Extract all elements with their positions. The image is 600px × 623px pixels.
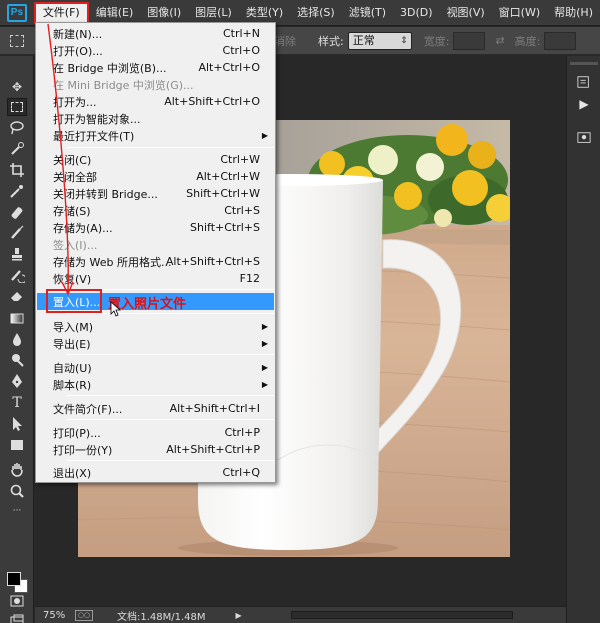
swap-icon[interactable]: ⇄: [495, 34, 504, 47]
submenu-arrow-icon: ▶: [261, 322, 268, 331]
menu-separator: [66, 354, 274, 355]
submenu-arrow-icon: ▶: [261, 339, 268, 348]
history-panel-icon[interactable]: [574, 72, 594, 92]
submenu-arrow-icon: ▶: [261, 380, 268, 389]
menu-item-automate[interactable]: 自动(U) ▶: [37, 359, 274, 376]
menu-filter[interactable]: 滤镜(T): [342, 2, 393, 24]
gradient-tool-icon[interactable]: [7, 309, 27, 327]
menu-view[interactable]: 视图(V): [440, 2, 492, 24]
document-info: 文档:1.48M/1.48M: [117, 611, 206, 623]
status-bar: 75% ○○ 文档:1.48M/1.48M ▶: [35, 606, 566, 623]
submenu-arrow-icon: ▶: [261, 131, 268, 140]
menu-layer[interactable]: 图层(L): [188, 2, 239, 24]
menu-separator: [66, 419, 274, 420]
menu-item-browse-in-bridge[interactable]: 在 Bridge 中浏览(B)... Alt+Ctrl+O: [37, 59, 274, 76]
photoshop-logo: Ps: [0, 0, 34, 26]
submenu-arrow-icon: ▶: [261, 363, 268, 372]
zoom-level[interactable]: 75%: [35, 610, 69, 621]
menu-help[interactable]: 帮助(H): [547, 2, 600, 24]
eraser-tool-icon[interactable]: [7, 287, 27, 305]
menu-item-check-in[interactable]: 签入(I)...: [37, 236, 274, 253]
height-label: 高度:: [514, 34, 541, 48]
healing-brush-tool-icon[interactable]: [7, 204, 27, 222]
path-selection-tool-icon[interactable]: [7, 415, 27, 433]
menu-separator: [66, 395, 274, 396]
zoom-tool-icon[interactable]: [7, 482, 27, 500]
menu-item-export[interactable]: 导出(E) ▶: [37, 335, 274, 352]
lasso-tool-icon[interactable]: [7, 119, 27, 137]
hand-tool-icon[interactable]: [7, 460, 27, 478]
width-field[interactable]: [453, 31, 486, 50]
marquee-tool-icon[interactable]: [7, 98, 27, 116]
mouse-cursor-icon: [110, 301, 122, 317]
menu-type[interactable]: 类型(Y): [239, 2, 290, 24]
width-label: 宽度:: [423, 34, 450, 48]
menu-separator: [66, 147, 274, 148]
menu-item-browse-in-mini-bridge[interactable]: 在 Mini Bridge 中浏览(G)...: [37, 76, 274, 93]
height-field[interactable]: [544, 31, 577, 50]
stamp-tool-icon[interactable]: [7, 245, 27, 263]
menu-item-save-for-web[interactable]: 存储为 Web 所用格式... Alt+Shift+Ctrl+S: [37, 253, 274, 270]
menu-item-open[interactable]: 打开(O)... Ctrl+O: [37, 42, 274, 59]
annotation-highlight-box: [46, 289, 102, 313]
type-tool-icon[interactable]: T: [7, 394, 27, 412]
menu-file[interactable]: 文件(F): [33, 1, 89, 24]
menu-item-open-as[interactable]: 打开为... Alt+Shift+Ctrl+O: [37, 93, 274, 110]
menu-item-revert[interactable]: 恢复(V) F12: [37, 270, 274, 287]
menu-separator: [66, 313, 274, 314]
horizontal-scrollbar[interactable]: [291, 611, 513, 619]
panel-grip[interactable]: [570, 62, 598, 65]
menu-item-print-one-copy[interactable]: 打印一份(Y) Alt+Shift+Ctrl+P: [37, 441, 274, 458]
menu-item-new[interactable]: 新建(N)... Ctrl+N: [37, 25, 274, 42]
menu-select[interactable]: 选择(S): [290, 2, 342, 24]
menu-3d[interactable]: 3D(D): [393, 2, 440, 24]
properties-panel-icon[interactable]: [574, 128, 594, 148]
menu-item-save-as[interactable]: 存储为(A)... Shift+Ctrl+S: [37, 219, 274, 236]
style-label: 样式:: [318, 34, 344, 48]
crop-tool-icon[interactable]: [7, 161, 27, 179]
brush-tool-icon[interactable]: [7, 224, 27, 242]
menu-item-close-all[interactable]: 关闭全部 Alt+Ctrl+W: [37, 168, 274, 185]
menu-separator: [66, 460, 274, 461]
right-panel-dock: ▶: [566, 56, 600, 623]
eyedropper-tool-icon[interactable]: [7, 182, 27, 200]
quick-mask-icon[interactable]: [7, 592, 27, 610]
menu-image[interactable]: 图像(I): [140, 2, 188, 24]
menu-item-recent-files[interactable]: 最近打开文件(T) ▶: [37, 127, 274, 144]
actions-panel-icon[interactable]: ▶: [574, 94, 594, 114]
move-tool-icon[interactable]: ✥: [7, 78, 27, 96]
menu-item-close-and-go-to-bridge[interactable]: 关闭并转到 Bridge... Shift+Ctrl+W: [37, 185, 274, 202]
menu-item-file-info[interactable]: 文件简介(F)... Alt+Shift+Ctrl+I: [37, 400, 274, 417]
menu-item-print[interactable]: 打印(P)... Ctrl+P: [37, 424, 274, 441]
menu-item-scripts[interactable]: 脚本(R) ▶: [37, 376, 274, 393]
menu-edit[interactable]: 编辑(E): [89, 2, 141, 24]
blur-tool-icon[interactable]: [7, 330, 27, 348]
rectangle-tool-icon[interactable]: [7, 436, 27, 454]
status-menu-arrow-icon[interactable]: ▶: [236, 611, 242, 620]
tools-panel: ✥ T ···: [0, 56, 34, 623]
dodge-tool-icon[interactable]: [7, 351, 27, 369]
screen-mode-icon[interactable]: [7, 612, 27, 623]
menu-window[interactable]: 窗口(W): [492, 2, 547, 24]
history-brush-tool-icon[interactable]: [7, 266, 27, 284]
quick-selection-tool-icon[interactable]: [7, 140, 27, 158]
menu-item-close[interactable]: 关闭(C) Ctrl+W: [37, 151, 274, 168]
menu-item-exit[interactable]: 退出(X) Ctrl+Q: [37, 464, 274, 481]
menu-item-import[interactable]: 导入(M) ▶: [37, 318, 274, 335]
status-info-icon[interactable]: ○○: [75, 609, 93, 621]
menu-item-open-as-smart-object[interactable]: 打开为智能对象...: [37, 110, 274, 127]
anti-alias-label: 消除: [274, 34, 296, 48]
pen-tool-icon[interactable]: [7, 372, 27, 390]
marquee-options-icon[interactable]: [0, 34, 34, 47]
menu-item-save[interactable]: 存储(S) Ctrl+S: [37, 202, 274, 219]
file-menu-dropdown: 新建(N)... Ctrl+N 打开(O)... Ctrl+O 在 Bridge 中…: [35, 22, 276, 483]
foreground-color-swatch[interactable]: [7, 572, 21, 586]
more-tools-icon[interactable]: ···: [7, 502, 27, 520]
style-select[interactable]: 正常: [347, 31, 412, 50]
